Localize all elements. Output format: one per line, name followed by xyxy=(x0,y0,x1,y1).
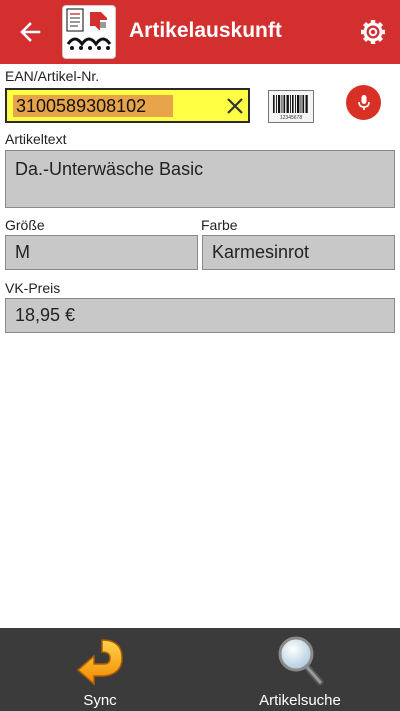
article-text-label: Artikeltext xyxy=(5,131,67,147)
size-label: Größe xyxy=(5,217,45,233)
app-logo xyxy=(62,5,116,59)
article-search-label: Artikelsuche xyxy=(259,692,341,709)
color-label: Farbe xyxy=(201,217,238,233)
color-field: Karmesinrot xyxy=(202,235,395,270)
barcode-scan-button[interactable]: 12345678 xyxy=(268,90,314,123)
microphone-icon xyxy=(357,94,370,110)
ean-label: EAN/Artikel-Nr. xyxy=(5,68,100,84)
size-field: M xyxy=(5,235,198,270)
article-search-button[interactable]: Artikelsuche xyxy=(200,628,400,711)
sync-button[interactable]: Sync xyxy=(0,628,200,711)
gear-icon xyxy=(361,20,385,44)
price-label: VK-Preis xyxy=(5,280,61,296)
barcode-caption: 12345678 xyxy=(280,115,302,121)
ean-field[interactable] xyxy=(5,88,250,123)
sync-arrow-icon xyxy=(76,639,123,686)
magnifier-icon xyxy=(278,636,324,686)
ean-input[interactable] xyxy=(13,95,173,117)
page-title: Artikelauskunft xyxy=(129,19,282,42)
price-field: 18,95 € xyxy=(5,298,395,333)
voice-input-button[interactable] xyxy=(346,85,381,120)
barcode-icon: 12345678 xyxy=(273,95,308,121)
clear-button[interactable] xyxy=(224,95,246,117)
app-bar: Artikelauskunft xyxy=(0,0,400,64)
settings-button[interactable] xyxy=(358,16,388,48)
back-button[interactable] xyxy=(14,16,48,48)
close-icon xyxy=(227,98,243,114)
article-text-field: Da.-Unterwäsche Basic xyxy=(5,150,395,208)
sync-label: Sync xyxy=(83,692,117,709)
arrow-left-icon xyxy=(20,22,41,42)
bottom-nav: Sync Artikelsuche xyxy=(0,628,400,711)
